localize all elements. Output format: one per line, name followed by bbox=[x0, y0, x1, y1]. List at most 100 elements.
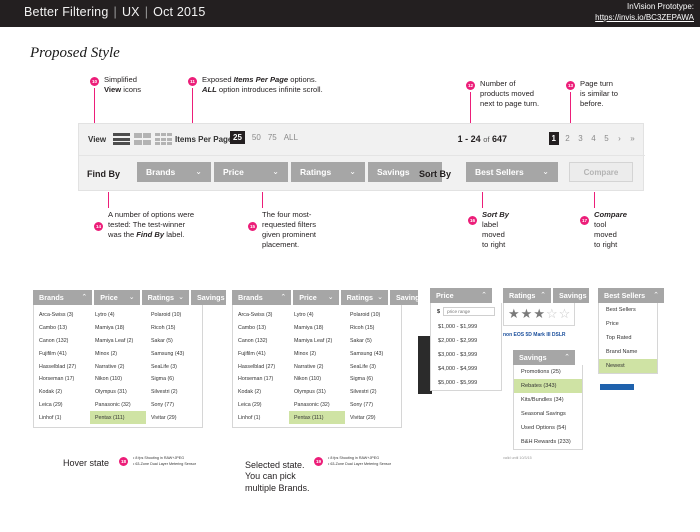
ratings-tab[interactable]: Ratings ⌄ bbox=[340, 290, 388, 305]
list-item[interactable]: Sigma (6) bbox=[146, 373, 202, 386]
list-item[interactable]: Best Sellers bbox=[599, 303, 657, 317]
list-item[interactable]: B&H Rewards (233) bbox=[514, 435, 582, 449]
list-item[interactable]: Seasonal Savings bbox=[514, 407, 582, 421]
list-item[interactable]: Minox (2) bbox=[90, 347, 146, 360]
list-item[interactable]: Fujifilm (41) bbox=[34, 347, 90, 360]
list-item[interactable]: Horseman (17) bbox=[233, 373, 289, 386]
price-tab[interactable]: Price ⌄ bbox=[94, 290, 140, 305]
filter-button-ratings[interactable]: Ratings ⌄ bbox=[291, 162, 365, 182]
list-item[interactable]: Top Rated bbox=[599, 331, 657, 345]
brands-tab-active[interactable]: Brands ⌃ bbox=[33, 290, 93, 305]
list-item[interactable]: Samsung (43) bbox=[146, 347, 202, 360]
grid-3-view-icon[interactable] bbox=[155, 133, 172, 145]
list-item[interactable]: Horseman (17) bbox=[34, 373, 90, 386]
list-item[interactable]: Samsung (43) bbox=[345, 347, 401, 360]
ratings-dropdown-header[interactable]: Ratings ⌃ bbox=[503, 288, 551, 303]
list-item[interactable]: Price bbox=[599, 317, 657, 331]
list-item[interactable]: Minox (2) bbox=[289, 347, 345, 360]
list-item[interactable]: Narrative (2) bbox=[90, 360, 146, 373]
list-item[interactable]: Arca-Swiss (3) bbox=[34, 309, 90, 322]
list-item[interactable]: Leica (29) bbox=[233, 398, 289, 411]
list-item[interactable]: Hasselblad (27) bbox=[34, 360, 90, 373]
list-view-icon[interactable] bbox=[113, 133, 130, 145]
list-item[interactable]: Silvestri (2) bbox=[146, 386, 202, 399]
savings-tab-d[interactable]: Savings bbox=[553, 288, 589, 303]
list-item[interactable]: Brand Name bbox=[599, 345, 657, 359]
page-button-3[interactable]: 3 bbox=[576, 134, 585, 143]
list-item[interactable]: $3,000 - $3,999 bbox=[431, 348, 501, 362]
list-item[interactable]: Polaroid (10) bbox=[345, 309, 401, 322]
list-item[interactable]: Ricoh (15) bbox=[345, 322, 401, 335]
list-item[interactable]: $1,000 - $1,999 bbox=[431, 320, 501, 334]
page-button-2[interactable]: 2 bbox=[563, 134, 572, 143]
list-item[interactable]: Polaroid (10) bbox=[146, 309, 202, 322]
list-item[interactable]: Linhof (1) bbox=[233, 411, 289, 424]
savings-tab[interactable]: Savings bbox=[191, 290, 226, 305]
list-item[interactable]: Arca-Swiss (3) bbox=[233, 309, 289, 322]
list-item[interactable]: Hasselblad (27) bbox=[233, 360, 289, 373]
items-per-page-option-all[interactable]: ALL bbox=[284, 133, 298, 142]
list-item[interactable]: Sigma (6) bbox=[345, 373, 401, 386]
list-item-highlighted[interactable]: Rebates (343) bbox=[514, 379, 582, 393]
page-button-5[interactable]: 5 bbox=[602, 134, 611, 143]
list-item[interactable]: Used Options (54) bbox=[514, 421, 582, 435]
list-item[interactable]: $4,000 - $4,999 bbox=[431, 362, 501, 376]
list-item[interactable]: Kodak (2) bbox=[233, 386, 289, 399]
list-item[interactable]: Promotions (25) bbox=[514, 365, 582, 379]
sort-dropdown-header[interactable]: Best Sellers ⌃ bbox=[598, 288, 664, 303]
list-item[interactable]: Mamiya (18) bbox=[90, 322, 146, 335]
price-tab[interactable]: Price ⌄ bbox=[293, 290, 339, 305]
page-next-icon[interactable]: › bbox=[615, 134, 624, 143]
items-per-page-option-50[interactable]: 50 bbox=[252, 133, 261, 142]
list-item[interactable]: Sony (77) bbox=[345, 398, 401, 411]
list-item[interactable]: $5,000 - $5,999 bbox=[431, 376, 501, 390]
list-item[interactable]: SeaLife (3) bbox=[146, 360, 202, 373]
list-item-highlighted[interactable]: Newest bbox=[599, 359, 657, 373]
list-item[interactable]: Sakar (5) bbox=[345, 335, 401, 348]
list-item[interactable]: Fujifilm (41) bbox=[233, 347, 289, 360]
filter-button-price[interactable]: Price ⌄ bbox=[214, 162, 288, 182]
list-item[interactable]: Lytro (4) bbox=[289, 309, 345, 322]
sort-by-dropdown[interactable]: Best Sellers ⌄ bbox=[466, 162, 558, 182]
brands-tab-active[interactable]: Brands ⌃ bbox=[232, 290, 292, 305]
list-item[interactable]: SeaLife (3) bbox=[345, 360, 401, 373]
list-item[interactable]: Mamiya (18) bbox=[289, 322, 345, 335]
list-item[interactable]: Leica (29) bbox=[34, 398, 90, 411]
price-range-input[interactable] bbox=[443, 307, 496, 316]
list-item[interactable]: Narrative (2) bbox=[289, 360, 345, 373]
list-item[interactable]: Sony (77) bbox=[146, 398, 202, 411]
list-item[interactable]: Vivitar (29) bbox=[345, 411, 401, 424]
list-item[interactable]: Panasonic (32) bbox=[90, 398, 146, 411]
list-item[interactable]: Sakar (5) bbox=[146, 335, 202, 348]
list-item[interactable]: Nikon (110) bbox=[289, 373, 345, 386]
items-per-page-option-25[interactable]: 25 bbox=[230, 131, 245, 144]
list-item[interactable]: Nikon (110) bbox=[90, 373, 146, 386]
list-item[interactable]: Mamiya Leaf (2) bbox=[289, 335, 345, 348]
page-button-4[interactable]: 4 bbox=[589, 134, 598, 143]
compare-button[interactable]: Compare bbox=[569, 162, 633, 182]
list-item[interactable]: Linhof (1) bbox=[34, 411, 90, 424]
items-per-page-option-75[interactable]: 75 bbox=[268, 133, 277, 142]
page-last-icon[interactable]: » bbox=[628, 134, 637, 143]
list-item[interactable]: Lytro (4) bbox=[90, 309, 146, 322]
list-item[interactable]: Kodak (2) bbox=[34, 386, 90, 399]
list-item[interactable]: Vivitar (29) bbox=[146, 411, 202, 424]
list-item[interactable]: Kits/Bundles (34) bbox=[514, 393, 582, 407]
list-item[interactable]: Silvestri (2) bbox=[345, 386, 401, 399]
savings-dropdown-header[interactable]: Savings ⌃ bbox=[513, 350, 575, 365]
list-item-highlighted[interactable]: Pentax (111) bbox=[90, 411, 146, 425]
list-item[interactable]: Ricoh (15) bbox=[146, 322, 202, 335]
list-item[interactable]: Olympus (31) bbox=[289, 386, 345, 399]
star-rating-icon[interactable]: ★★★☆☆ bbox=[508, 306, 570, 322]
prototype-url-link[interactable]: https://invis.io/BC3ZEPAWA bbox=[595, 13, 694, 22]
list-item[interactable]: Canon (132) bbox=[233, 335, 289, 348]
filter-button-brands[interactable]: Brands ⌄ bbox=[137, 162, 211, 182]
price-dropdown-header[interactable]: Price ⌃ bbox=[430, 288, 492, 303]
list-item[interactable]: Olympus (31) bbox=[90, 386, 146, 399]
ratings-tab[interactable]: Ratings ⌄ bbox=[141, 290, 189, 305]
list-item[interactable]: Cambo (13) bbox=[34, 322, 90, 335]
list-item[interactable]: $2,000 - $2,999 bbox=[431, 334, 501, 348]
list-item[interactable]: Mamiya Leaf (2) bbox=[90, 335, 146, 348]
list-item[interactable]: Cambo (13) bbox=[233, 322, 289, 335]
page-button-1[interactable]: 1 bbox=[548, 132, 559, 145]
